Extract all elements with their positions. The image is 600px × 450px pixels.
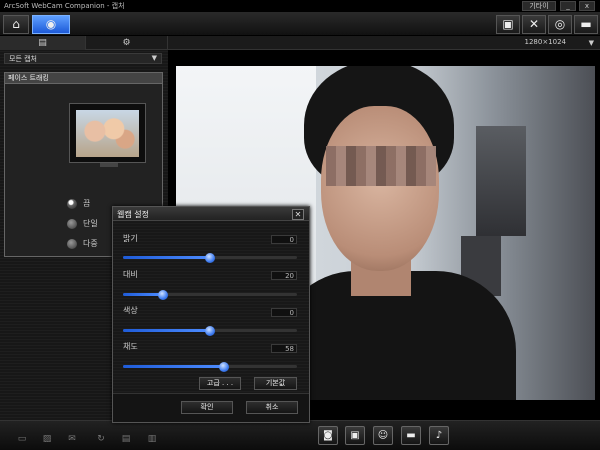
webcam-settings-icon: ⚙ [122, 38, 131, 48]
trash-icon[interactable]: ▥ [146, 434, 158, 444]
saturation-label: 채도 [123, 342, 138, 351]
minimize-button[interactable]: _ [560, 1, 576, 11]
chevron-down-icon: ▼ [151, 54, 157, 62]
face-icon[interactable]: ☺ [373, 426, 393, 445]
capture-mode-label: 모든 캡처 [9, 55, 37, 63]
microphone-icon[interactable]: ♪ [429, 426, 449, 445]
tools-icon[interactable]: ✕ [522, 15, 546, 34]
pixelated-eyes [326, 146, 436, 186]
option-label: 단일 [83, 219, 98, 228]
slideshow-icon[interactable]: ▭ [16, 434, 28, 444]
ok-button[interactable]: 확인 [181, 401, 233, 414]
bottom-toolbar: ▭ ▨ ✉ ↻ ▤ ▥ ◙ ▣ ☺ ▬ ♪ [0, 420, 600, 450]
dialog-title-bar: 웹캠 설정 ✕ [113, 207, 309, 221]
radio-dot-icon [67, 239, 77, 249]
hue-slider[interactable] [123, 326, 297, 336]
webcam-capture-icon[interactable]: ◉ [32, 15, 70, 34]
contrast-slider[interactable] [123, 290, 297, 300]
home-icon[interactable]: ⌂ [3, 15, 29, 34]
webcam-icon[interactable]: ◎ [548, 15, 572, 34]
sub-toolbar: ▤ ⚙ 1280×1024 ▼ [0, 36, 600, 50]
window-title: ArcSoft WebCam Companion - 캡처 [4, 2, 125, 10]
contrast-label: 대비 [123, 270, 138, 279]
close-icon[interactable]: ✕ [292, 209, 304, 220]
face-tracking-preview-icon [69, 103, 146, 167]
capture-mode-select[interactable]: 모든 캡처 ▼ [4, 53, 162, 64]
saturation-value[interactable]: 58 [271, 344, 297, 353]
slider-thumb[interactable] [205, 326, 215, 336]
radio-dot-icon [67, 199, 77, 209]
monitor-settings-icon[interactable]: ▣ [496, 15, 520, 34]
resolution-label[interactable]: 1280×1024 [525, 38, 567, 46]
image-icon[interactable]: ▨ [41, 434, 53, 444]
tab-webcam-settings[interactable]: ⚙ [86, 36, 168, 50]
close-window-button[interactable]: x [579, 1, 595, 11]
saturation-slider[interactable] [123, 362, 297, 372]
option-label: 끔 [83, 199, 91, 208]
tab-capture[interactable]: ▤ [0, 36, 86, 50]
email-icon[interactable]: ✉ [66, 434, 78, 444]
brightness-slider[interactable] [123, 253, 297, 263]
rotate-icon[interactable]: ↻ [92, 434, 110, 444]
title-bar: ArcSoft WebCam Companion - 캡처 기타이 _ x [0, 0, 600, 12]
slider-thumb[interactable] [218, 362, 229, 372]
dialog-title: 웹캠 설정 [117, 210, 149, 219]
radio-dot-icon [67, 219, 77, 229]
chevron-down-icon[interactable]: ▼ [589, 39, 594, 47]
person-face [321, 106, 439, 271]
folder-icon[interactable]: ▬ [574, 15, 598, 34]
sample-photo [76, 110, 139, 157]
print-icon[interactable]: ▤ [120, 434, 132, 444]
monitor-icon[interactable]: ▣ [345, 426, 365, 445]
dialog-footer: 확인 취소 [113, 393, 309, 422]
advanced-button[interactable]: 고급 . . . [199, 377, 241, 390]
folder-icon: ▤ [38, 38, 47, 48]
record-icon[interactable]: ▬ [401, 426, 421, 445]
slider-thumb[interactable] [205, 253, 215, 263]
face-tracking-title: 페이스 트래킹 [5, 73, 162, 84]
option-label: 다중 [83, 239, 98, 248]
contrast-value[interactable]: 20 [271, 271, 297, 280]
user-button[interactable]: 기타이 [522, 1, 556, 11]
camera-icon[interactable]: ◙ [318, 426, 338, 445]
default-button[interactable]: 기본값 [254, 377, 297, 390]
hue-label: 색상 [123, 306, 138, 315]
brightness-label: 밝기 [123, 234, 138, 243]
cancel-button[interactable]: 취소 [246, 401, 298, 414]
slider-thumb[interactable] [158, 290, 169, 300]
brightness-value[interactable]: 0 [271, 235, 297, 244]
hue-value[interactable]: 0 [271, 308, 297, 317]
webcam-settings-dialog: 웹캠 설정 ✕ 밝기 0 대비 20 색상 0 채도 58 고급 . . . 기… [112, 206, 310, 423]
dialog-body: 밝기 0 대비 20 색상 0 채도 58 고급 . . . 기본값 [113, 222, 309, 392]
main-toolbar: ⌂ ◉ ▣ ✕ ◎ ▬ [0, 12, 600, 36]
